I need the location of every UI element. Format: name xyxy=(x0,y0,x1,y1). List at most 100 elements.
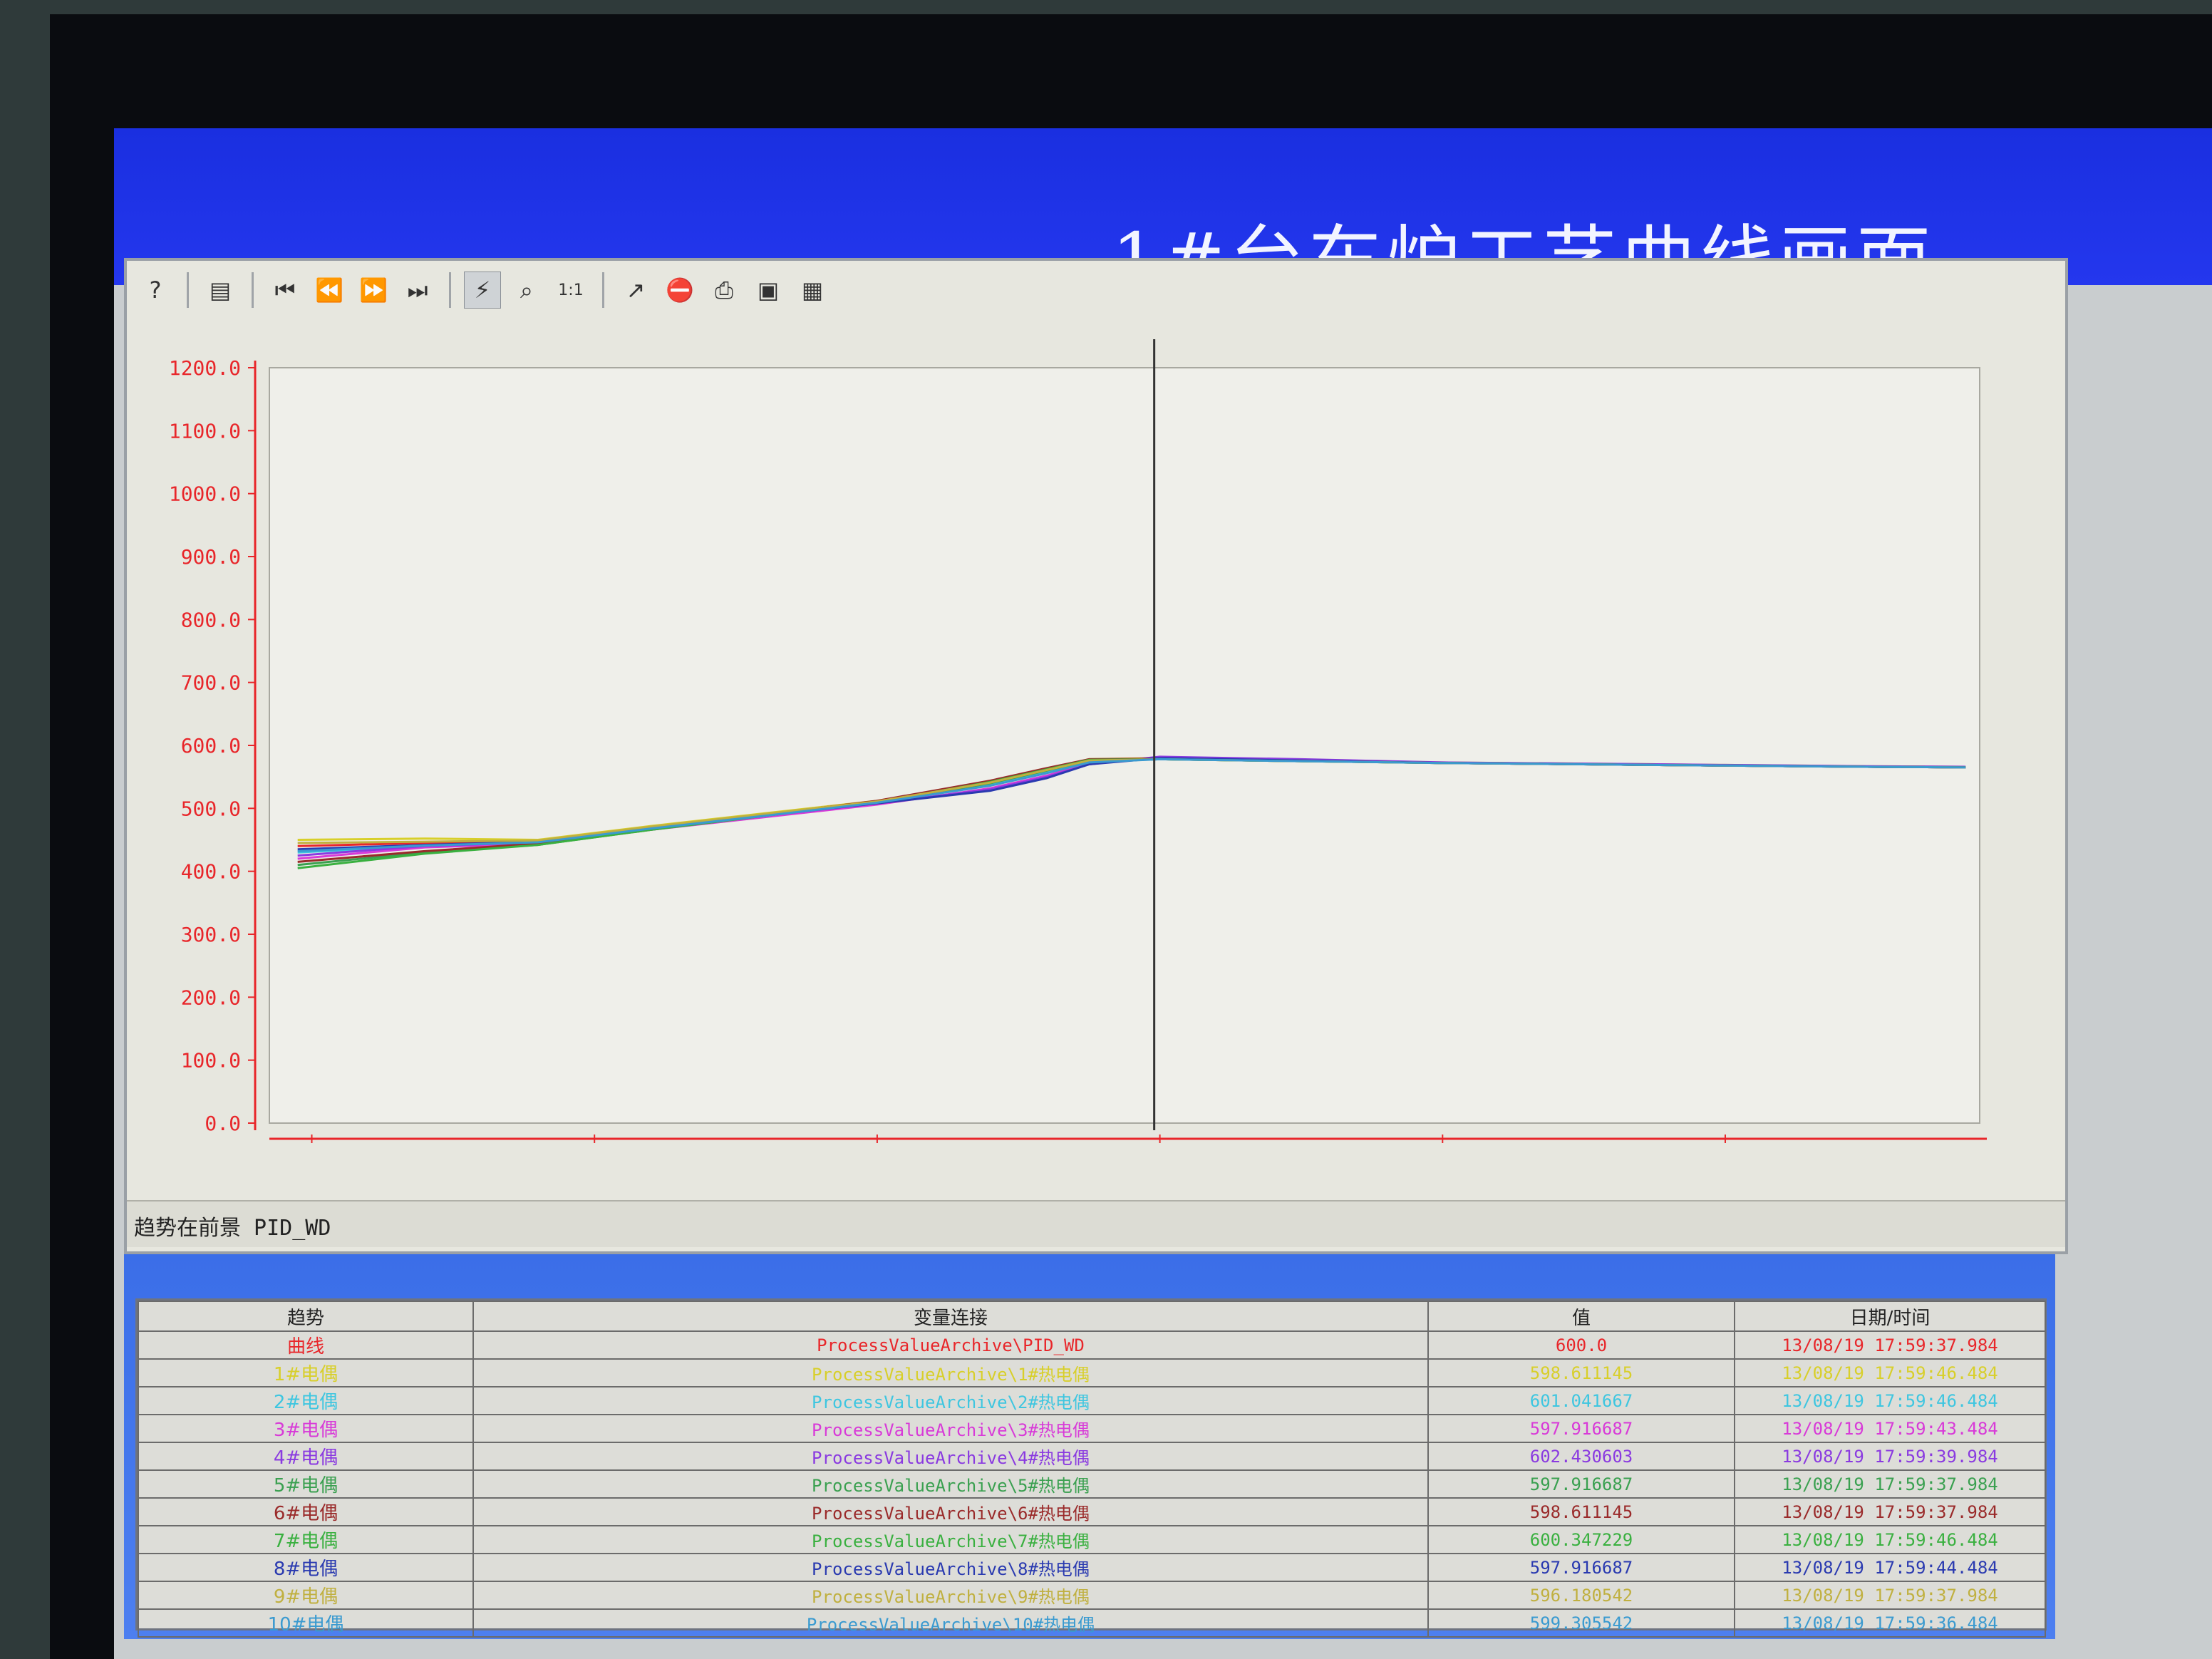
cell-variable: ProcessValueArchive\3#热电偶 xyxy=(472,1414,1429,1443)
value-table-window: 趋势 变量连接 值 日期/时间 曲线 ProcessValueArchive\PI… xyxy=(124,1254,2055,1639)
cell-variable: ProcessValueArchive\4#热电偶 xyxy=(472,1442,1429,1471)
last-record-icon: ⏭ xyxy=(407,276,428,304)
one-to-one-icon: 1:1 xyxy=(558,281,584,299)
next-button[interactable]: ⏩ xyxy=(355,272,392,309)
next-icon: ⏩ xyxy=(359,276,388,304)
cell-trend: 6#电偶 xyxy=(138,1497,474,1526)
cell-variable: ProcessValueArchive\7#热电偶 xyxy=(472,1525,1429,1554)
toolbar-separator xyxy=(252,272,254,308)
cell-value: 597.916687 xyxy=(1427,1414,1735,1443)
y-tick-label: 400.0 xyxy=(181,860,241,884)
cell-value: 599.305542 xyxy=(1427,1608,1735,1638)
zoom-button[interactable]: ⌕ xyxy=(508,272,545,309)
cell-variable: ProcessValueArchive\1#热电偶 xyxy=(472,1358,1429,1387)
table-row[interactable]: 8#电偶 ProcessValueArchive\8#热电偶 597.916687 1… xyxy=(138,1553,2046,1582)
table-row[interactable]: 5#电偶 ProcessValueArchive\5#热电偶 597.916687 1… xyxy=(138,1469,2046,1499)
table-row[interactable]: 7#电偶 ProcessValueArchive\7#热电偶 600.347229 1… xyxy=(138,1525,2046,1554)
export-button[interactable]: ▣ xyxy=(750,272,787,309)
statistics-button[interactable]: ▦ xyxy=(794,272,831,309)
trend-select-button[interactable]: ⚡ xyxy=(464,272,501,309)
stop-button[interactable]: ⛔ xyxy=(661,272,698,309)
hmi-screen: 1#台车炉工艺曲线画面 ?▤⏮⏪⏩⏭⚡⌕1:1↗⛔⎙▣▦ 0.0100.0200… xyxy=(114,128,2212,1659)
cell-value: 597.916687 xyxy=(1427,1553,1735,1582)
print-button[interactable]: ⎙ xyxy=(706,272,743,309)
ruler-button[interactable]: ↗ xyxy=(617,272,654,309)
table-row[interactable]: 3#电偶 ProcessValueArchive\3#热电偶 597.916687 1… xyxy=(138,1414,2046,1443)
trend-chart[interactable]: 0.0 100.0 200.0 300.0 400.0 500.0 600.0 700.0 80… xyxy=(127,318,2065,1192)
zoom-icon: ⌕ xyxy=(520,276,533,304)
cell-datetime: 13/08/19 17:59:37.984 xyxy=(1734,1330,2046,1360)
trend-select-icon: ⚡ xyxy=(474,276,491,304)
y-tick-label: 1200.0 xyxy=(169,356,241,380)
statistics-icon: ▦ xyxy=(801,276,824,304)
cell-datetime: 13/08/19 17:59:36.484 xyxy=(1734,1608,2046,1638)
cell-trend: 曲线 xyxy=(138,1330,474,1360)
table-header-row: 趋势 变量连接 值 日期/时间 xyxy=(138,1301,2046,1332)
original-view-button[interactable]: 1:1 xyxy=(552,272,589,309)
cell-variable: ProcessValueArchive\PID_WD xyxy=(472,1330,1429,1360)
cell-value: 597.916687 xyxy=(1427,1469,1735,1499)
cell-trend: 5#电偶 xyxy=(138,1469,474,1499)
y-tick-label: 1000.0 xyxy=(169,482,241,506)
cell-variable: ProcessValueArchive\9#热电偶 xyxy=(472,1581,1429,1610)
help-button[interactable]: ? xyxy=(137,272,174,309)
config-button[interactable]: ▤ xyxy=(202,272,239,309)
value-table: 趋势 变量连接 值 日期/时间 曲线 ProcessValueArchive\PI… xyxy=(138,1301,2046,1638)
cell-datetime: 13/08/19 17:59:37.984 xyxy=(1734,1497,2046,1526)
header-value[interactable]: 值 xyxy=(1427,1301,1735,1332)
header-variable[interactable]: 变量连接 xyxy=(472,1301,1429,1332)
cell-trend: 10#电偶 xyxy=(138,1608,474,1638)
cell-value: 602.430603 xyxy=(1427,1442,1735,1471)
cell-trend: 2#电偶 xyxy=(138,1386,474,1415)
table-row[interactable]: 1#电偶 ProcessValueArchive\1#热电偶 598.611145 1… xyxy=(138,1358,2046,1387)
trend-toolbar: ? ▤ ⏮ ⏪ ⏩ ⏭ ⚡ ⌕ 1:1 ↗ ⛔ ⎙ ▣ ▦ xyxy=(137,268,831,312)
previous-button[interactable]: ⏪ xyxy=(311,272,348,309)
table-row[interactable]: 6#电偶 ProcessValueArchive\6#热电偶 598.611145 1… xyxy=(138,1497,2046,1526)
y-tick-label: 500.0 xyxy=(181,797,241,820)
cell-variable: ProcessValueArchive\8#热电偶 xyxy=(472,1553,1429,1582)
cell-value: 598.611145 xyxy=(1427,1358,1735,1387)
cell-value: 596.180542 xyxy=(1427,1581,1735,1610)
cell-variable: ProcessValueArchive\6#热电偶 xyxy=(472,1497,1429,1526)
last-button[interactable]: ⏭ xyxy=(399,272,436,309)
toolbar-separator xyxy=(449,272,451,308)
config-dialog-icon: ▤ xyxy=(209,276,232,304)
status-bar: 趋势在前景 PID_WD xyxy=(127,1200,2065,1247)
trend-window: ? ▤ ⏮ ⏪ ⏩ ⏭ ⚡ ⌕ 1:1 ↗ ⛔ ⎙ ▣ ▦ 0.0 100.0 200.0 300.0 400.0… xyxy=(124,258,2068,1254)
y-tick-label: 100.0 xyxy=(181,1049,241,1073)
first-button[interactable]: ⏮ xyxy=(267,272,304,309)
cell-datetime: 13/08/19 17:59:44.484 xyxy=(1734,1553,2046,1582)
y-tick-label: 0.0 xyxy=(205,1112,241,1135)
cell-trend: 1#电偶 xyxy=(138,1358,474,1387)
y-tick-label: 900.0 xyxy=(181,545,241,569)
table-row[interactable]: 9#电偶 ProcessValueArchive\9#热电偶 596.180542 1… xyxy=(138,1581,2046,1610)
y-tick-label: 800.0 xyxy=(181,608,241,631)
header-trend[interactable]: 趋势 xyxy=(138,1301,474,1332)
table-row[interactable]: 10#电偶 ProcessValueArchive\10#热电偶 599.30554… xyxy=(138,1608,2046,1638)
value-table-panel: 趋势 变量连接 值 日期/时间 曲线 ProcessValueArchive\PI… xyxy=(135,1298,2047,1638)
table-row[interactable]: 2#电偶 ProcessValueArchive\2#热电偶 601.041667 1… xyxy=(138,1386,2046,1415)
cell-datetime: 13/08/19 17:59:46.484 xyxy=(1734,1386,2046,1415)
table-row[interactable]: 曲线 ProcessValueArchive\PID_WD 600.0 13/08/1… xyxy=(138,1330,2046,1360)
y-tick-label: 200.0 xyxy=(181,986,241,1009)
cell-trend: 4#电偶 xyxy=(138,1442,474,1471)
cell-value: 601.041667 xyxy=(1427,1386,1735,1415)
y-tick-label: 1100.0 xyxy=(169,419,241,443)
stop-icon: ⛔ xyxy=(666,276,694,304)
previous-icon: ⏪ xyxy=(315,276,343,304)
cell-datetime: 13/08/19 17:59:37.984 xyxy=(1734,1469,2046,1499)
cell-datetime: 13/08/19 17:59:37.984 xyxy=(1734,1581,2046,1610)
cell-value: 600.347229 xyxy=(1427,1525,1735,1554)
cell-trend: 9#电偶 xyxy=(138,1581,474,1610)
y-tick-label: 600.0 xyxy=(181,734,241,758)
cell-trend: 7#电偶 xyxy=(138,1525,474,1554)
table-row[interactable]: 4#电偶 ProcessValueArchive\4#热电偶 602.430603 1… xyxy=(138,1442,2046,1471)
cell-datetime: 13/08/19 17:59:46.484 xyxy=(1734,1525,2046,1554)
ruler-icon: ↗ xyxy=(626,276,646,304)
header-datetime[interactable]: 日期/时间 xyxy=(1734,1301,2046,1332)
cell-value: 600.0 xyxy=(1427,1330,1735,1360)
cell-variable: ProcessValueArchive\10#热电偶 xyxy=(472,1608,1429,1638)
cell-datetime: 13/08/19 17:59:46.484 xyxy=(1734,1358,2046,1387)
export-icon: ▣ xyxy=(757,276,780,304)
y-tick-label: 700.0 xyxy=(181,671,241,695)
